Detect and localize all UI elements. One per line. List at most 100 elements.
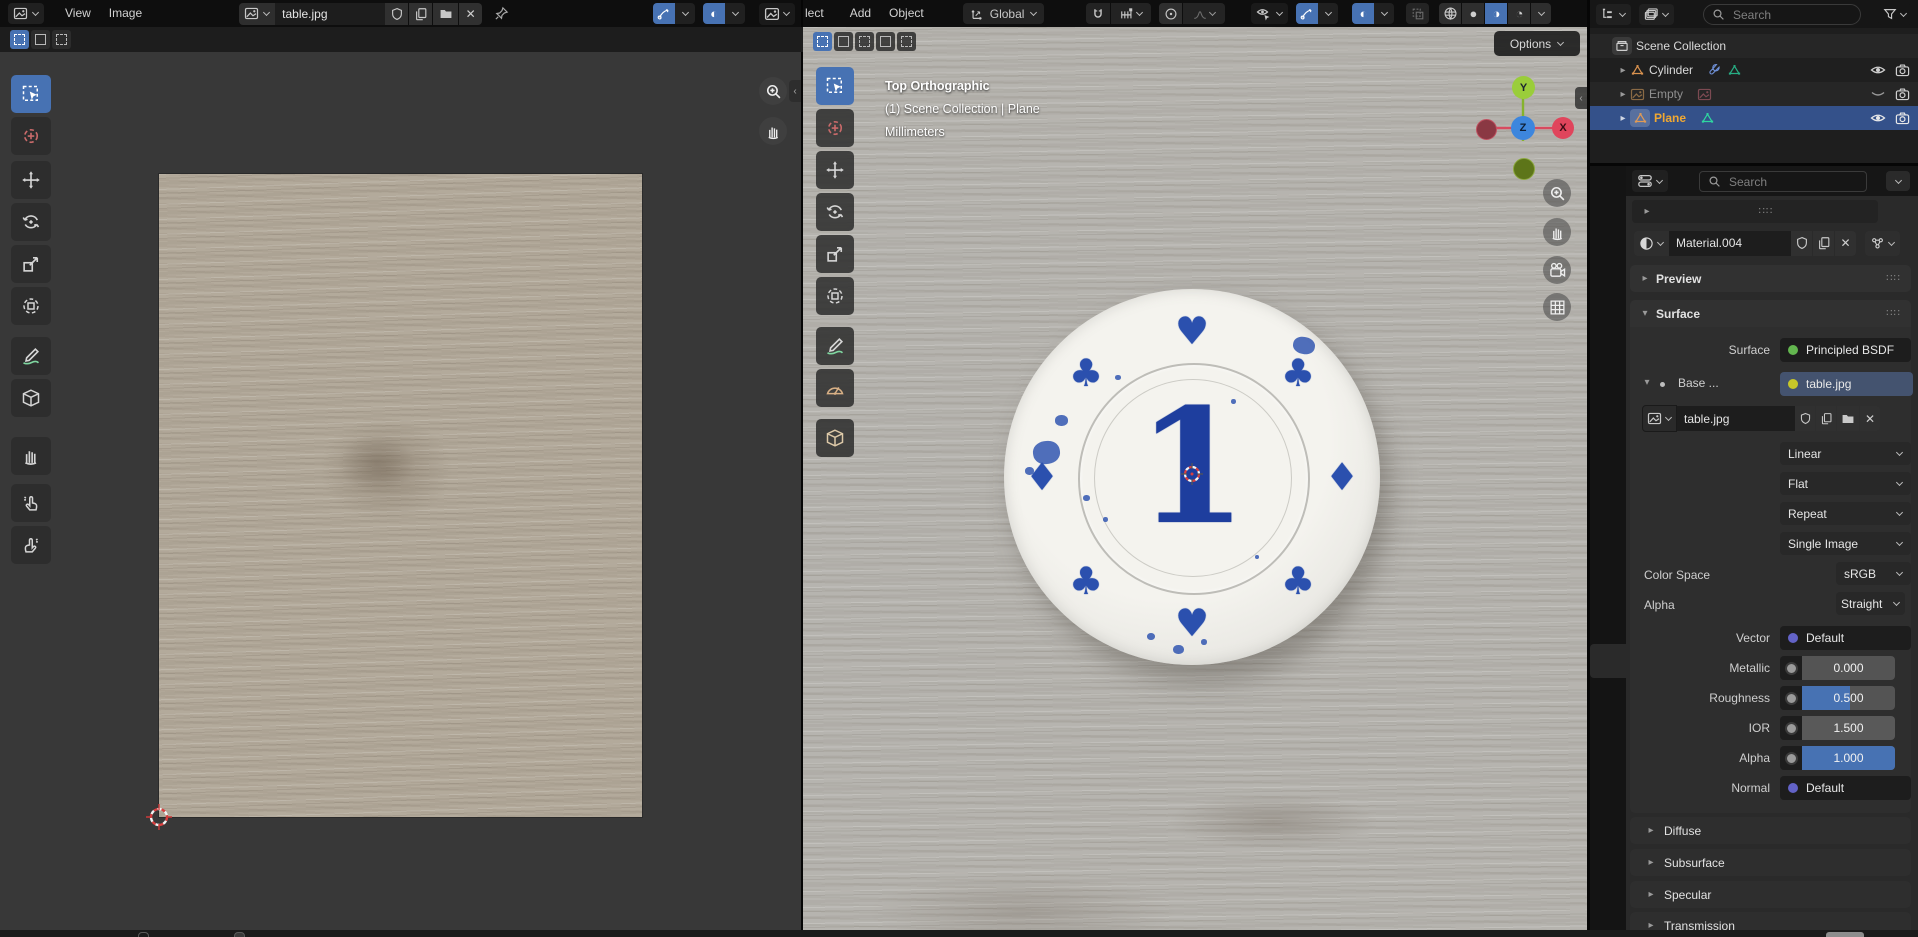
metallic-slider[interactable]: 0.000: [1802, 656, 1895, 680]
select-mode-tweak[interactable]: [813, 32, 832, 51]
select-mode-subtract[interactable]: [876, 32, 895, 51]
outliner-row-plane[interactable]: ▸ Plane: [1590, 106, 1918, 130]
shading-dropdown[interactable]: [1531, 3, 1551, 24]
panel-specular[interactable]: ▸ Specular: [1630, 881, 1911, 908]
zoom-button[interactable]: [759, 77, 787, 105]
disable-render-icon[interactable]: [1895, 63, 1910, 78]
projection-dropdown[interactable]: Flat: [1780, 472, 1911, 495]
axis-y-negative[interactable]: [1513, 158, 1535, 180]
overlays-toggle[interactable]: ◐: [703, 3, 725, 24]
search-input[interactable]: [1731, 7, 1852, 23]
select-mode-extend[interactable]: [855, 32, 874, 51]
gizmos-dropdown[interactable]: [675, 3, 695, 24]
tool-measure[interactable]: [816, 369, 854, 407]
sidebar-collapse-arrow[interactable]: ‹: [789, 80, 801, 102]
expand-arrow-icon[interactable]: ▸: [1616, 113, 1630, 124]
tool-move[interactable]: [816, 151, 854, 189]
editor-type-button[interactable]: [8, 3, 44, 24]
tool-rotate[interactable]: [816, 193, 854, 231]
breadcrumb-expand-icon[interactable]: ▸: [1640, 206, 1654, 217]
shading-material-preview[interactable]: ◑: [1485, 3, 1507, 24]
new-image-button[interactable]: [409, 3, 432, 25]
snap-settings[interactable]: [1111, 3, 1151, 24]
tool-tweak-select[interactable]: [11, 75, 51, 113]
unlink-image-button[interactable]: ✕: [1860, 406, 1880, 431]
menu-add[interactable]: Add: [841, 0, 880, 27]
roughness-slider[interactable]: 0.500: [1802, 686, 1895, 710]
shading-wireframe[interactable]: [1439, 3, 1461, 24]
drag-grip[interactable]: ∷∷: [1886, 308, 1901, 319]
cursor-3d[interactable]: [1179, 461, 1205, 487]
menu-object[interactable]: Object: [880, 0, 933, 27]
shading-solid[interactable]: ●: [1462, 3, 1484, 24]
tool-rotate[interactable]: [11, 203, 51, 241]
alpha-slider[interactable]: 1.000: [1802, 746, 1895, 770]
tool-cursor[interactable]: [11, 117, 51, 155]
tool-sample[interactable]: [11, 379, 51, 417]
metallic-socket[interactable]: [1780, 656, 1802, 680]
axis-z-positive[interactable]: Z: [1511, 116, 1535, 140]
expand-arrow-icon[interactable]: ▸: [1616, 89, 1630, 100]
editor-type-button[interactable]: [1632, 170, 1668, 192]
panel-transmission[interactable]: ▸ Transmission: [1630, 912, 1911, 930]
hidden-eye-icon[interactable]: [1870, 86, 1886, 102]
material-name-field[interactable]: Material.004: [1669, 231, 1791, 256]
image-name-field[interactable]: table.jpg: [275, 3, 385, 25]
overlays-dropdown[interactable]: [725, 3, 745, 24]
hide-eye-icon[interactable]: [1870, 62, 1886, 78]
copy-material-button[interactable]: [1813, 231, 1834, 256]
tool-move[interactable]: [11, 161, 51, 199]
node-editor-button[interactable]: [1865, 231, 1900, 256]
tool-cursor[interactable]: [816, 109, 854, 147]
open-image-button[interactable]: [433, 3, 458, 25]
show-gizmos-toggle[interactable]: [1296, 3, 1318, 24]
proportional-falloff[interactable]: [1183, 3, 1225, 24]
proportional-edit-toggle[interactable]: [1159, 3, 1182, 24]
disable-render-icon[interactable]: [1895, 87, 1910, 102]
expand-arrow-icon[interactable]: ▸: [1616, 65, 1630, 76]
disable-render-icon[interactable]: [1895, 111, 1910, 126]
transform-orientation[interactable]: Global: [963, 3, 1045, 24]
menu-view[interactable]: View: [56, 0, 100, 27]
panel-subsurface[interactable]: ▸ Subsurface: [1630, 849, 1911, 876]
source-dropdown[interactable]: Single Image: [1780, 532, 1911, 555]
tool-tweak-select[interactable]: [816, 67, 854, 105]
image-editor-canvas[interactable]: ‹: [0, 52, 801, 930]
select-mode-tweak[interactable]: [10, 30, 29, 49]
hide-eye-icon[interactable]: [1870, 110, 1886, 126]
properties-options-dropdown[interactable]: [1886, 171, 1910, 191]
object-visibility-dropdown[interactable]: [1251, 3, 1288, 24]
zoom-button[interactable]: [1543, 179, 1571, 207]
xray-toggle[interactable]: [1406, 3, 1429, 24]
filter-button[interactable]: [1878, 4, 1912, 25]
interpolation-dropdown[interactable]: Linear: [1780, 442, 1911, 465]
tool-annotate[interactable]: [816, 327, 854, 365]
show-overlays-toggle[interactable]: ◐: [1352, 3, 1374, 24]
axis-y-positive[interactable]: Y: [1512, 76, 1535, 99]
snap-toggle[interactable]: [1086, 3, 1110, 24]
collapse-arrow-icon[interactable]: ▾: [1640, 377, 1654, 388]
panel-diffuse[interactable]: ▸ Diffuse: [1630, 817, 1911, 844]
fake-user-button[interactable]: [1795, 406, 1815, 431]
select-mode-new[interactable]: [834, 32, 853, 51]
breadcrumb-bar[interactable]: ▸ ∷∷: [1632, 200, 1878, 223]
search-input[interactable]: [1727, 174, 1858, 190]
select-mode-subtract[interactable]: [52, 30, 71, 49]
show-gizmos-dropdown[interactable]: [1318, 3, 1338, 24]
navigation-gizmo[interactable]: Y Z X: [1467, 55, 1579, 167]
shading-rendered[interactable]: ◔: [1508, 3, 1530, 24]
pan-button[interactable]: [759, 117, 787, 145]
vector-value-button[interactable]: Default: [1780, 626, 1911, 650]
tool-scale[interactable]: [11, 245, 51, 283]
properties-search[interactable]: [1699, 171, 1867, 192]
axis-x-positive[interactable]: X: [1552, 117, 1574, 139]
axis-x-negative[interactable]: [1476, 119, 1497, 140]
sidebar-collapse-arrow[interactable]: ‹: [1575, 87, 1587, 109]
base-color-value-button[interactable]: table.jpg: [1780, 372, 1913, 396]
image-browse-button[interactable]: [1642, 405, 1677, 432]
tool-transform[interactable]: [816, 277, 854, 315]
select-mode-intersect[interactable]: [897, 32, 916, 51]
menu-image[interactable]: Image: [100, 0, 151, 27]
alpha-socket[interactable]: [1780, 746, 1802, 770]
camera-view-button[interactable]: [1543, 256, 1571, 284]
